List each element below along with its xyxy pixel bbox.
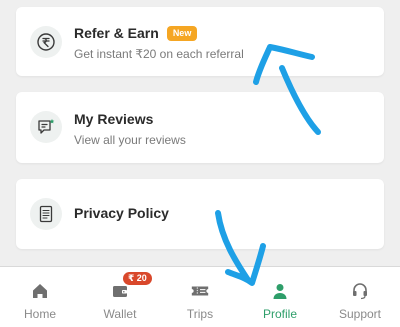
wallet-badge: ₹ 20	[123, 272, 152, 285]
refer-text-block: Refer & Earn New Get instant ₹20 on each…	[74, 25, 244, 61]
refer-and-earn-card[interactable]: Refer & Earn New Get instant ₹20 on each…	[16, 7, 384, 76]
nav-item-support[interactable]: Support	[320, 267, 400, 327]
home-icon	[30, 281, 50, 301]
nav-item-profile[interactable]: Profile	[240, 267, 320, 327]
review-icon	[30, 111, 62, 143]
new-badge: New	[166, 25, 198, 41]
headset-icon	[350, 281, 370, 301]
bottom-navigation: Home ₹ 20 Wallet Trips Profile Support	[0, 266, 400, 327]
reviews-title: My Reviews	[74, 111, 154, 127]
reviews-subtitle: View all your reviews	[74, 133, 186, 147]
nav-label-profile: Profile	[262, 307, 297, 321]
refer-subtitle: Get instant ₹20 on each referral	[74, 47, 244, 61]
nav-item-home[interactable]: Home	[0, 267, 80, 327]
privacy-title: Privacy Policy	[74, 205, 169, 221]
privacy-policy-card[interactable]: Privacy Policy	[16, 179, 384, 249]
nav-label-home: Home	[23, 307, 56, 321]
nav-label-trips: Trips	[186, 307, 214, 321]
my-reviews-card[interactable]: My Reviews View all your reviews	[16, 92, 384, 163]
profile-screen: Refer & Earn New Get instant ₹20 on each…	[0, 0, 400, 327]
nav-label-support: Support	[338, 307, 382, 321]
nav-item-trips[interactable]: Trips	[160, 267, 240, 327]
nav-item-wallet[interactable]: ₹ 20 Wallet	[80, 267, 160, 327]
privacy-text-block: Privacy Policy	[74, 205, 169, 221]
profile-icon	[270, 281, 290, 301]
document-icon	[30, 198, 62, 230]
rupee-icon	[30, 26, 62, 58]
reviews-text-block: My Reviews View all your reviews	[74, 111, 186, 147]
nav-label-wallet: Wallet	[103, 307, 137, 321]
ticket-icon	[190, 281, 210, 301]
refer-title: Refer & Earn	[74, 25, 159, 41]
